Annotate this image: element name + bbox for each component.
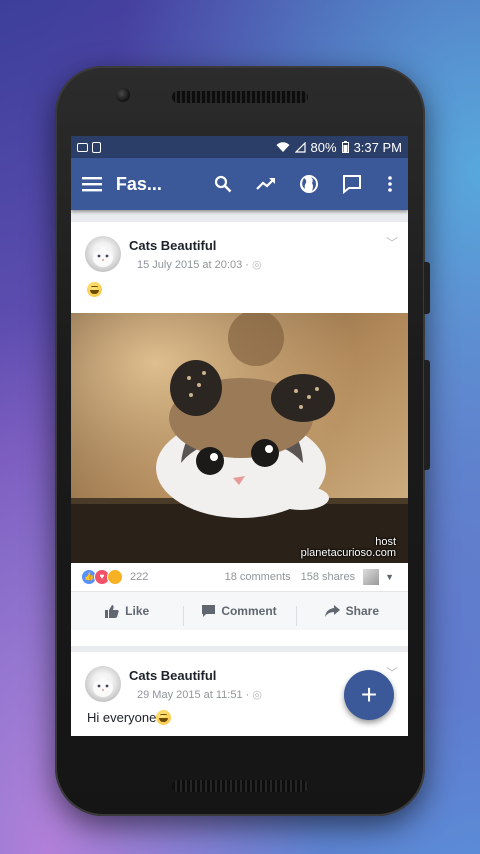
volume-button	[424, 360, 430, 470]
top-speaker	[172, 91, 308, 103]
post-date[interactable]: 29 May 2015 at 11:51 · ◎	[129, 688, 262, 701]
chevron-down-icon[interactable]: ﹀	[386, 234, 398, 251]
page-name[interactable]: Cats Beautiful	[129, 668, 262, 683]
message-icon	[342, 175, 361, 194]
power-button	[424, 262, 430, 314]
page-avatar[interactable]	[85, 666, 121, 702]
wifi-icon	[276, 141, 290, 152]
clock: 3:37 PM	[353, 139, 402, 155]
battery-icon	[341, 141, 349, 153]
share-icon	[324, 605, 340, 617]
app-title: Fas...	[115, 173, 162, 194]
post-header: Cats Beautiful 15 July 2015 at 20:03 · ◎…	[71, 222, 408, 272]
cat-avatar-image	[93, 673, 113, 697]
signal-icon	[294, 141, 306, 153]
viewer-avatar[interactable]	[363, 569, 380, 585]
clipboard-icon	[92, 141, 101, 153]
more-vert-icon	[388, 176, 393, 192]
shares-count[interactable]: 158 shares	[301, 571, 355, 583]
status-bar: 80% 3:37 PM	[71, 136, 408, 158]
post-card: Cats Beautiful 15 July 2015 at 20:03 · ◎…	[71, 222, 408, 646]
haha-reaction-icon	[107, 569, 123, 585]
search-button[interactable]	[202, 158, 245, 210]
globe-button[interactable]	[287, 158, 330, 210]
reactions-count[interactable]: 222	[130, 571, 148, 583]
comment-icon	[202, 605, 216, 617]
laughing-emoji-icon	[156, 710, 172, 725]
comments-count[interactable]: 18 comments	[225, 571, 291, 583]
post-date[interactable]: 15 July 2015 at 20:03 · ◎	[129, 258, 262, 271]
caret-down-icon[interactable]: ▼	[385, 572, 394, 582]
like-button[interactable]: Like	[71, 604, 183, 618]
page-name[interactable]: Cats Beautiful	[129, 238, 262, 253]
news-feed[interactable]: Cats Beautiful 15 July 2015 at 20:03 · ◎…	[71, 210, 408, 736]
post-stats: 👍 ♥ 222 18 comments 158 shares ▼	[71, 563, 408, 591]
cat-with-hat-image	[71, 313, 408, 563]
laughing-emoji-icon	[87, 282, 102, 297]
more-button[interactable]	[373, 158, 408, 210]
thumbs-up-icon	[105, 604, 119, 618]
menu-button[interactable]	[71, 158, 114, 210]
post-photo[interactable]: host planetacurioso.com	[71, 313, 408, 563]
search-icon	[214, 175, 232, 193]
menu-icon	[82, 177, 103, 192]
comment-button[interactable]: Comment	[183, 604, 295, 626]
image-watermark: host planetacurioso.com	[300, 536, 396, 559]
trending-icon	[256, 178, 275, 190]
battery-percent: 80%	[310, 139, 337, 155]
post-text	[71, 272, 408, 303]
trending-button[interactable]	[244, 158, 287, 210]
app-screen: 80% 3:37 PM Fas... Cats Beautiful 15 Jul…	[71, 136, 408, 736]
public-globe-icon: ◎	[252, 689, 262, 701]
post-actions: Like Comment Share	[71, 591, 408, 630]
bottom-speaker	[172, 780, 308, 792]
messages-button[interactable]	[330, 158, 373, 210]
app-toolbar: Fas...	[71, 158, 408, 210]
cat-avatar-image	[93, 243, 113, 267]
public-globe-icon: ◎	[251, 259, 262, 271]
page-avatar[interactable]	[85, 236, 121, 272]
front-camera	[116, 88, 130, 102]
compose-fab-button[interactable]: +	[344, 670, 394, 720]
voicemail-icon	[77, 142, 88, 152]
globe-icon	[299, 175, 318, 193]
share-button[interactable]: Share	[295, 604, 408, 626]
